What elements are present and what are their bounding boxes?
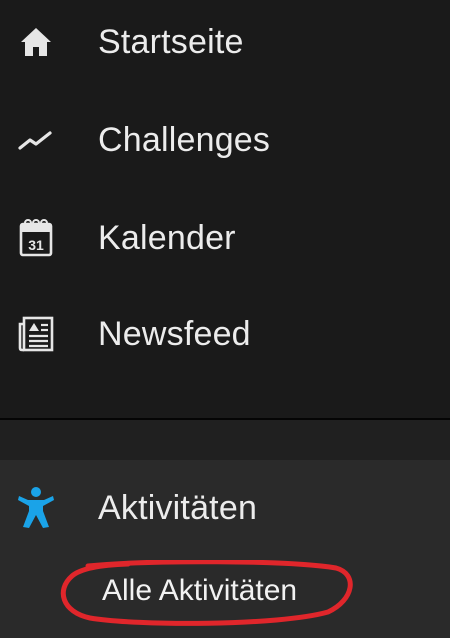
home-icon [14,20,58,64]
person-activity-icon [14,486,58,530]
activity-line-icon [14,118,58,162]
nav-item-label: Startseite [98,22,244,61]
nav-item-label: Newsfeed [98,314,251,353]
nav-item-kalender[interactable]: 31 Kalender [0,208,450,268]
nav-item-newsfeed[interactable]: Newsfeed [0,304,450,364]
svg-text:31: 31 [28,237,44,253]
nav-item-challenges[interactable]: Challenges [0,110,450,170]
nav-item-label: Kalender [98,218,236,257]
sub-item-label: Alle Aktivitäten [102,574,298,607]
sub-item-alle-aktivitaeten[interactable]: Alle Aktivitäten [60,562,360,618]
nav-spacer [0,420,450,460]
calendar-icon: 31 [14,216,58,260]
nav-item-aktivitaeten[interactable]: Aktivitäten [0,478,450,538]
nav-item-startseite[interactable]: Startseite [0,12,450,72]
nav-item-label: Aktivitäten [98,488,258,527]
newsfeed-icon [14,312,58,356]
nav-item-label: Challenges [98,120,271,159]
